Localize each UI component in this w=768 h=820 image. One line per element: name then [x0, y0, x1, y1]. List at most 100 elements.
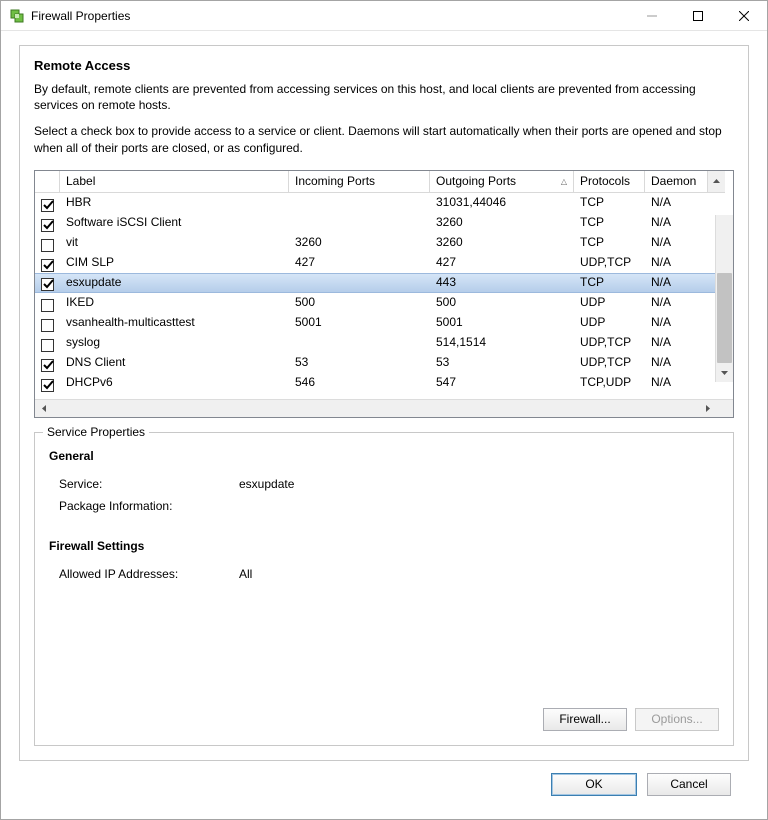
row-daemon: N/A: [645, 233, 707, 253]
row-checkbox[interactable]: [35, 373, 60, 393]
row-daemon: N/A: [645, 193, 707, 213]
row-label: esxupdate: [60, 274, 289, 292]
services-grid: Label Incoming Ports Outgoing Ports △ Pr…: [34, 170, 734, 418]
table-row[interactable]: vsanhealth-multicasttest50015001UDPN/A: [35, 313, 733, 333]
column-protocols[interactable]: Protocols: [574, 171, 645, 193]
table-row[interactable]: DHCPv6546547TCP,UDPN/A: [35, 373, 733, 393]
vertical-scrollbar[interactable]: [715, 215, 733, 382]
sort-asc-icon: △: [561, 177, 567, 186]
column-outgoing[interactable]: Outgoing Ports △: [430, 171, 574, 193]
cancel-button[interactable]: Cancel: [647, 773, 731, 796]
row-incoming: 53: [289, 353, 430, 373]
close-button[interactable]: [721, 1, 767, 31]
row-daemon: N/A: [645, 373, 707, 393]
row-protocols: UDP,TCP: [574, 353, 645, 373]
row-incoming: 500: [289, 293, 430, 313]
row-incoming: 5001: [289, 313, 430, 333]
column-daemon[interactable]: Daemon: [645, 171, 707, 193]
table-row[interactable]: IKED500500UDPN/A: [35, 293, 733, 313]
row-protocols: TCP: [574, 274, 645, 292]
table-row[interactable]: CIM SLP427427UDP,TCPN/A: [35, 253, 733, 273]
row-checkbox[interactable]: [35, 313, 60, 333]
horizontal-scrollbar[interactable]: [35, 399, 733, 417]
service-label: Service:: [59, 477, 239, 491]
service-properties-buttons: Firewall... Options...: [49, 696, 719, 731]
scroll-up-button[interactable]: [707, 171, 725, 193]
row-checkbox[interactable]: [35, 293, 60, 313]
options-button: Options...: [635, 708, 719, 731]
column-incoming[interactable]: Incoming Ports: [289, 171, 430, 193]
row-protocols: UDP: [574, 313, 645, 333]
window-title: Firewall Properties: [31, 9, 629, 23]
table-row[interactable]: HBR 31031,44046TCPN/A: [35, 193, 733, 213]
scroll-right-button[interactable]: [699, 400, 716, 417]
row-label: vsanhealth-multicasttest: [60, 313, 289, 333]
table-row[interactable]: esxupdate443TCPN/A: [35, 273, 733, 293]
firewall-button[interactable]: Firewall...: [543, 708, 627, 731]
row-incoming: [289, 213, 430, 233]
grid-body: HBR31031,44046TCPN/ASoftware iSCSI Clien…: [35, 193, 733, 399]
row-daemon: N/A: [645, 313, 707, 333]
row-outgoing: 427: [430, 253, 574, 273]
row-label: syslog: [60, 333, 289, 353]
row-outgoing: 31031,44046: [430, 193, 574, 213]
row-label: HBR: [60, 193, 289, 213]
package-row: Package Information:: [59, 499, 719, 513]
row-protocols: UDP: [574, 293, 645, 313]
row-daemon: N/A: [645, 213, 707, 233]
intro-paragraph-2: Select a check box to provide access to …: [34, 123, 734, 155]
table-row[interactable]: DNS Client5353UDP,TCPN/A: [35, 353, 733, 373]
row-checkbox[interactable]: [35, 233, 60, 253]
row-incoming: [289, 274, 430, 292]
table-row[interactable]: vit32603260TCPN/A: [35, 233, 733, 253]
intro-paragraph-1: By default, remote clients are prevented…: [34, 81, 734, 113]
scroll-left-button[interactable]: [35, 400, 52, 417]
row-checkbox[interactable]: [35, 274, 60, 292]
column-checkbox[interactable]: [35, 171, 60, 193]
firewall-settings-heading: Firewall Settings: [49, 539, 719, 553]
row-label: DNS Client: [60, 353, 289, 373]
table-row[interactable]: Software iSCSI Client3260TCPN/A: [35, 213, 733, 233]
row-daemon: N/A: [645, 353, 707, 373]
service-properties-fieldset: Service Properties General Service: esxu…: [34, 432, 734, 746]
ok-button[interactable]: OK: [551, 773, 637, 796]
row-outgoing: 500: [430, 293, 574, 313]
vertical-scroll-thumb[interactable]: [717, 273, 732, 363]
row-checkbox[interactable]: [35, 193, 60, 213]
row-checkbox[interactable]: [35, 213, 60, 233]
row-checkbox[interactable]: [35, 353, 60, 373]
grid-header: Label Incoming Ports Outgoing Ports △ Pr…: [35, 171, 733, 193]
row-label: vit: [60, 233, 289, 253]
row-incoming: 427: [289, 253, 430, 273]
row-checkbox[interactable]: [35, 333, 60, 353]
window-controls: [629, 1, 767, 31]
table-row[interactable]: syslog 514,1514UDP,TCPN/A: [35, 333, 733, 353]
row-checkbox[interactable]: [35, 253, 60, 273]
row-outgoing: 547: [430, 373, 574, 393]
row-incoming: [289, 333, 430, 353]
row-incoming: 3260: [289, 233, 430, 253]
inner-panel: Remote Access By default, remote clients…: [19, 45, 749, 761]
titlebar: Firewall Properties: [1, 1, 767, 31]
column-label[interactable]: Label: [60, 171, 289, 193]
service-value: esxupdate: [239, 477, 294, 491]
app-icon: [9, 8, 25, 24]
general-heading: General: [49, 449, 719, 463]
row-protocols: UDP,TCP: [574, 333, 645, 353]
row-protocols: TCP: [574, 213, 645, 233]
scroll-down-button[interactable]: [716, 365, 733, 382]
row-incoming: [289, 193, 430, 213]
row-outgoing: 514,1514: [430, 333, 574, 353]
row-label: IKED: [60, 293, 289, 313]
package-label: Package Information:: [59, 499, 239, 513]
row-protocols: UDP,TCP: [574, 253, 645, 273]
service-row: Service: esxupdate: [59, 477, 719, 491]
row-protocols: TCP: [574, 233, 645, 253]
row-label: CIM SLP: [60, 253, 289, 273]
maximize-button[interactable]: [675, 1, 721, 31]
row-outgoing: 3260: [430, 213, 574, 233]
row-daemon: N/A: [645, 333, 707, 353]
row-incoming: 546: [289, 373, 430, 393]
minimize-button[interactable]: [629, 1, 675, 31]
row-protocols: TCP: [574, 193, 645, 213]
